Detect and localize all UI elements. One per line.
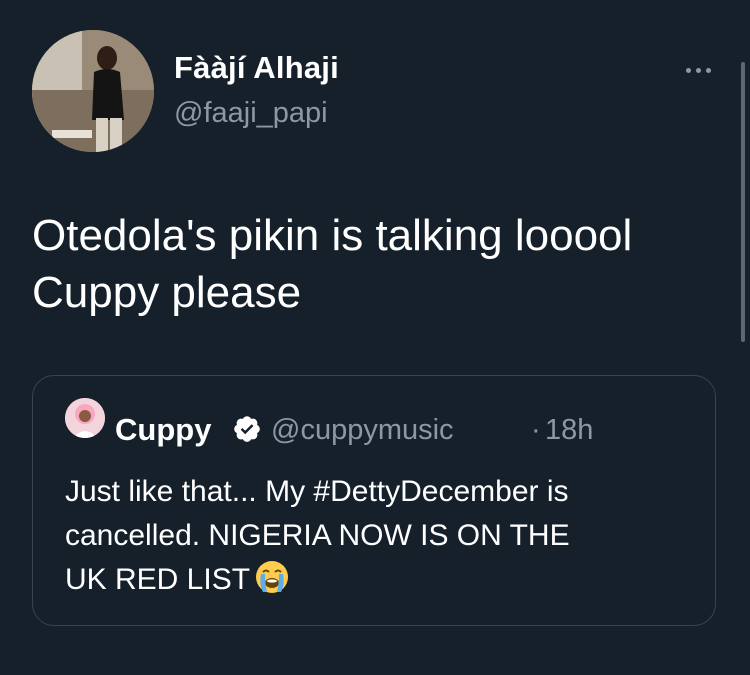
tweet-text-line: Otedola's pikin is talking looool bbox=[32, 211, 633, 260]
author-handle[interactable]: @faaji_papi bbox=[174, 97, 328, 130]
more-dot bbox=[705, 67, 711, 73]
verified-badge-icon bbox=[234, 416, 260, 442]
quoted-text-line: UK RED LIST bbox=[65, 563, 251, 596]
quoted-author-handle[interactable]: @cuppymusic bbox=[271, 414, 454, 447]
more-options-button[interactable] bbox=[676, 55, 720, 85]
author-avatar[interactable] bbox=[32, 30, 154, 152]
tweet: Fààjí Alhaji @faaji_papi Otedola's pikin… bbox=[0, 0, 750, 675]
author-display-name[interactable]: Fààjí Alhaji bbox=[174, 50, 339, 86]
quoted-tweet-text: Just like that... My #DettyDecember is c… bbox=[65, 470, 695, 602]
scrollbar[interactable] bbox=[741, 62, 745, 342]
quoted-author-display-name[interactable]: Cuppy bbox=[115, 412, 211, 448]
separator-dot: · bbox=[531, 414, 541, 446]
quoted-text-line-last: UK RED LIST bbox=[65, 558, 695, 602]
tweet-text: Otedola's pikin is talking looool Cuppy … bbox=[32, 207, 712, 321]
quoted-text-line: cancelled. NIGERIA NOW IS ON THE bbox=[65, 519, 570, 552]
quoted-tweet-timestamp[interactable]: 18h bbox=[545, 414, 593, 447]
more-horizontal-icon bbox=[685, 67, 691, 73]
quoted-author-avatar[interactable] bbox=[65, 398, 105, 438]
more-dot bbox=[695, 67, 701, 73]
quoted-text-line: Just like that... My #DettyDecember is bbox=[65, 475, 569, 508]
loudly-crying-face-icon bbox=[256, 561, 289, 593]
quoted-tweet-card[interactable]: Cuppy @cuppymusic · 18h Just like that..… bbox=[32, 375, 716, 626]
tweet-text-line: Cuppy please bbox=[32, 268, 302, 317]
